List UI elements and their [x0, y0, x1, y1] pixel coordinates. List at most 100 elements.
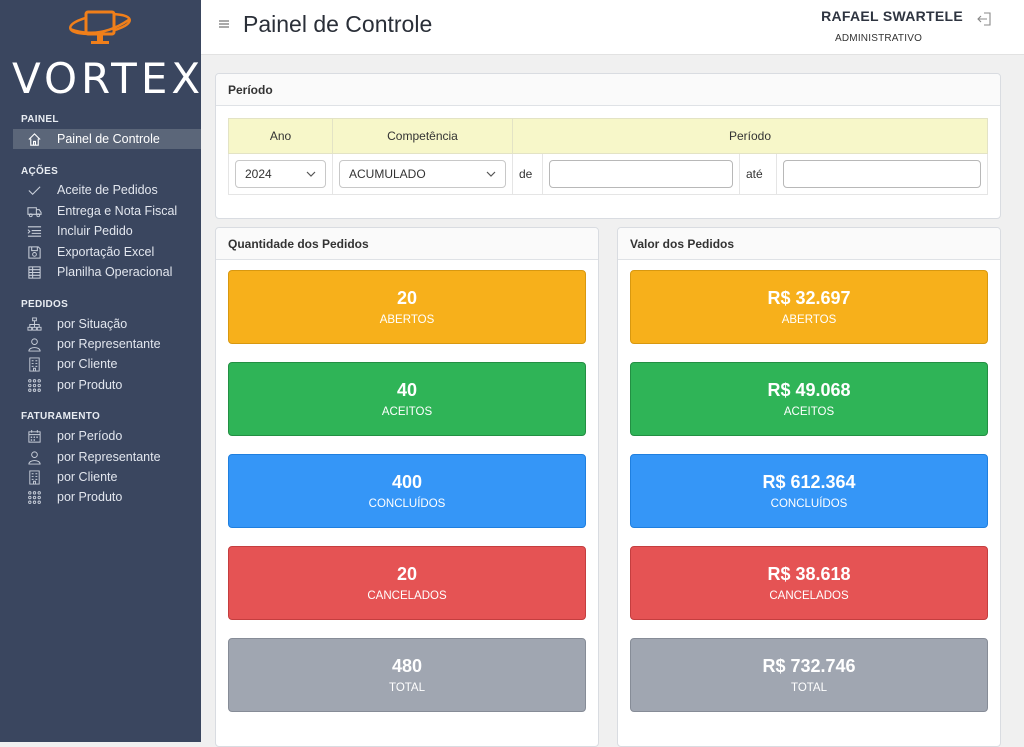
user-icon: [19, 337, 49, 352]
user-name[interactable]: RAFAEL SWARTELE: [821, 8, 963, 24]
sidebar-item-pedidos-por-situacao[interactable]: por Situação: [13, 314, 201, 334]
user-role: ADMINISTRATIVO: [835, 33, 923, 44]
to-label: até: [739, 153, 777, 195]
competence-cell: ACUMULADO: [332, 153, 513, 195]
from-cell: [542, 153, 740, 195]
sidebar-item-label: por Situação: [57, 317, 128, 331]
building-icon: [19, 356, 49, 372]
sidebar-item-faturamento-por-cliente[interactable]: por Cliente: [13, 467, 201, 487]
sidebar-item-painel-de-controle[interactable]: Painel de Controle: [13, 129, 201, 149]
tile-label: ABERTOS: [781, 314, 837, 326]
grid-dots-icon: [19, 378, 49, 393]
year-select[interactable]: 2024: [235, 160, 326, 188]
tile-value: 20: [396, 288, 418, 308]
sidebar-item-faturamento-por-representante[interactable]: por Representante: [13, 447, 201, 467]
tile-value: R$ 32.697: [767, 288, 851, 308]
period-card: Período Ano Competência Período 2024 ACU…: [215, 73, 1001, 219]
logout-icon[interactable]: [977, 11, 993, 27]
monitor-logo-icon: [69, 10, 131, 44]
nav-section-acoes: AÇÕES: [21, 166, 59, 177]
value-tile-concluidos[interactable]: R$ 612.364 CONCLUÍDOS: [630, 454, 988, 528]
tile-label: CANCELADOS: [769, 590, 849, 602]
nav-section-painel: PAINEL: [21, 114, 59, 125]
tile-value: R$ 38.618: [767, 564, 851, 584]
sidebar-item-label: por Produto: [57, 490, 123, 504]
period-to-input[interactable]: [783, 160, 981, 188]
sidebar-item-faturamento-por-periodo[interactable]: por Período: [13, 426, 201, 446]
quantity-tile-concluidos[interactable]: 400 CONCLUÍDOS: [228, 454, 586, 528]
brand-logo[interactable]: VORTEX: [0, 0, 201, 105]
brand-name: VORTEX: [12, 54, 205, 103]
calendar-icon: [19, 429, 49, 444]
sidebar-item-aceite-de-pedidos[interactable]: Aceite de Pedidos: [13, 180, 201, 200]
sidebar-item-faturamento-por-produto[interactable]: por Produto: [13, 487, 201, 507]
user-icon: [19, 450, 49, 465]
sidebar-item-pedidos-por-cliente[interactable]: por Cliente: [13, 354, 201, 374]
sidebar-item-incluir-pedido[interactable]: Incluir Pedido: [13, 221, 201, 241]
quantity-tile-aceitos[interactable]: 40 ACEITOS: [228, 362, 586, 436]
value-tile-aceitos[interactable]: R$ 49.068 ACEITOS: [630, 362, 988, 436]
period-card-title: Período: [216, 74, 1000, 106]
sidebar: VORTEX PAINEL Painel de Controle AÇÕES A…: [0, 0, 201, 742]
sidebar-item-label: Aceite de Pedidos: [57, 183, 158, 197]
sidebar-item-exportacao-excel[interactable]: Exportação Excel: [13, 242, 201, 262]
sidebar-item-label: por Produto: [57, 378, 123, 392]
period-from-input[interactable]: [549, 160, 733, 188]
top-header: Painel de Controle RAFAEL SWARTELE ADMIN…: [201, 0, 1024, 55]
year-select-value: 2024: [245, 167, 272, 181]
spreadsheet-icon: [19, 265, 49, 280]
tile-value: R$ 732.746: [762, 656, 856, 676]
grid-dots-icon: [19, 490, 49, 505]
sidebar-item-label: Incluir Pedido: [57, 224, 133, 238]
sidebar-item-label: por Representante: [57, 450, 161, 464]
page-title: Painel de Controle: [243, 11, 433, 37]
competence-select-value: ACUMULADO: [349, 167, 426, 181]
value-tile-cancelados[interactable]: R$ 38.618 CANCELADOS: [630, 546, 988, 620]
tile-label: CONCLUÍDOS: [368, 498, 446, 510]
tile-value: 480: [391, 656, 423, 676]
sidebar-item-pedidos-por-representante[interactable]: por Representante: [13, 334, 201, 354]
tile-label: ABERTOS: [379, 314, 435, 326]
quantity-card: Quantidade dos Pedidos 20 ABERTOS 40 ACE…: [215, 227, 599, 747]
tile-value: 40: [396, 380, 418, 400]
tile-label: CONCLUÍDOS: [770, 498, 848, 510]
tile-value: R$ 49.068: [767, 380, 851, 400]
sidebar-item-label: Planilha Operacional: [57, 265, 173, 279]
sidebar-item-entrega-nota-fiscal[interactable]: Entrega e Nota Fiscal: [13, 201, 201, 221]
competence-select[interactable]: ACUMULADO: [339, 160, 506, 188]
tile-value: R$ 612.364: [762, 472, 856, 492]
sidebar-item-label: Painel de Controle: [57, 132, 160, 146]
chevron-down-icon: [306, 171, 316, 177]
quantity-tile-abertos[interactable]: 20 ABERTOS: [228, 270, 586, 344]
check-icon: [19, 183, 49, 198]
home-icon: [19, 132, 49, 147]
hamburger-menu-icon[interactable]: [217, 17, 231, 31]
col-header-competencia: Competência: [332, 118, 513, 154]
sidebar-item-pedidos-por-produto[interactable]: por Produto: [13, 375, 201, 395]
col-header-ano: Ano: [228, 118, 333, 154]
tile-label: ACEITOS: [783, 406, 835, 418]
quantity-card-title: Quantidade dos Pedidos: [216, 228, 598, 260]
building-icon: [19, 469, 49, 485]
value-card: Valor dos Pedidos R$ 32.697 ABERTOS R$ 4…: [617, 227, 1001, 747]
quantity-tile-total[interactable]: 480 TOTAL: [228, 638, 586, 712]
tile-label: CANCELADOS: [367, 590, 447, 602]
year-cell: 2024: [228, 153, 333, 195]
tile-label: TOTAL: [791, 682, 827, 694]
sidebar-item-label: por Cliente: [57, 357, 118, 371]
chevron-down-icon: [486, 171, 496, 177]
sidebar-item-label: por Período: [57, 429, 123, 443]
sidebar-item-planilha-operacional[interactable]: Planilha Operacional: [13, 262, 201, 282]
list-add-icon: [19, 224, 49, 239]
value-tile-total[interactable]: R$ 732.746 TOTAL: [630, 638, 988, 712]
value-card-title: Valor dos Pedidos: [618, 228, 1000, 260]
quantity-tile-cancelados[interactable]: 20 CANCELADOS: [228, 546, 586, 620]
to-cell: [776, 153, 988, 195]
from-label: de: [512, 153, 543, 195]
value-tile-abertos[interactable]: R$ 32.697 ABERTOS: [630, 270, 988, 344]
sitemap-icon: [19, 316, 49, 332]
col-header-periodo: Período: [512, 118, 988, 154]
sidebar-item-label: Entrega e Nota Fiscal: [57, 204, 178, 218]
sidebar-item-label: por Representante: [57, 337, 161, 351]
sidebar-item-label: por Cliente: [57, 470, 118, 484]
